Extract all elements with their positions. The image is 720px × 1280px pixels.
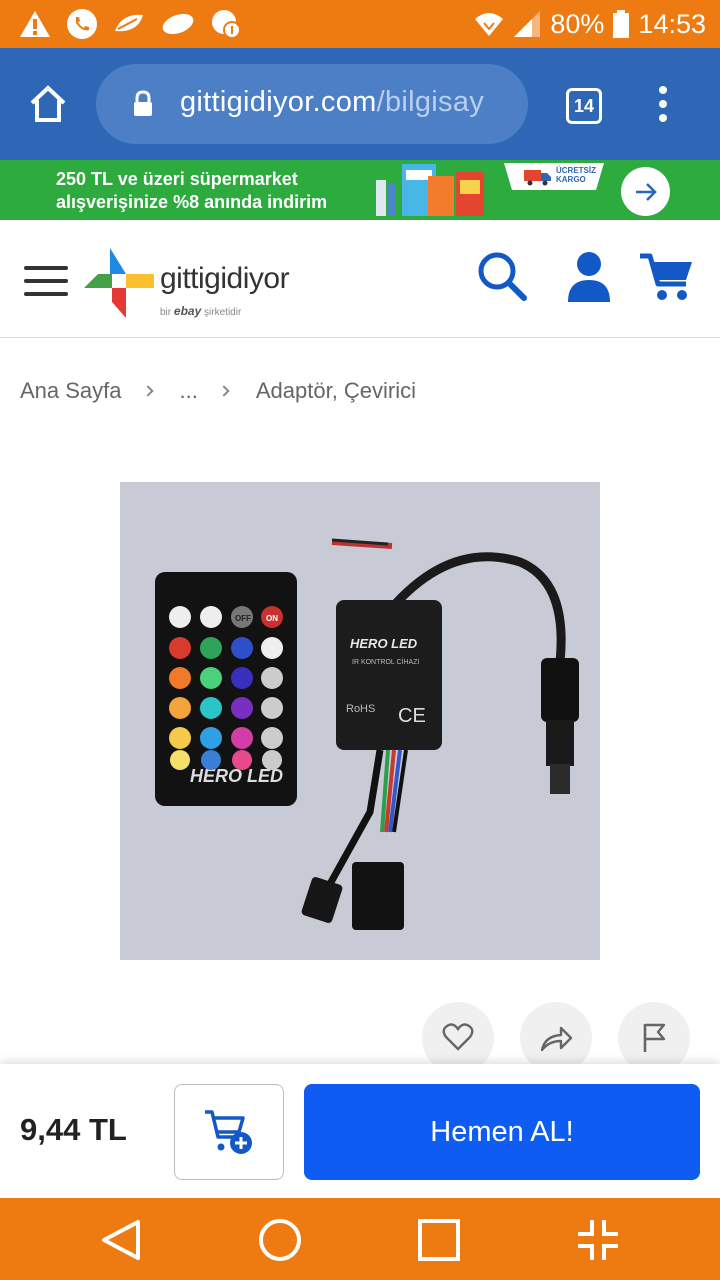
- phone-icon: [67, 9, 97, 39]
- share-icon: [540, 1026, 573, 1052]
- recents-icon[interactable]: [417, 1218, 461, 1262]
- promo-text: 250 TL ve üzeri süpermarket alışverişini…: [56, 168, 327, 214]
- remote-off-label: OFF: [235, 614, 251, 623]
- wifi-icon: [475, 13, 504, 36]
- product-image[interactable]: HERO LED OFF ON HERO LED IR KONTROL CİHA…: [120, 482, 600, 960]
- search-icon[interactable]: [476, 250, 528, 302]
- home-icon[interactable]: [28, 84, 68, 124]
- browser-toolbar: gittigidiyor.com/bilgisay 14: [0, 48, 720, 160]
- badge-line-1: ÜCRETSİZ: [556, 166, 596, 175]
- lock-icon: [134, 90, 152, 116]
- breadcrumb: Ana Sayfa ... Adaptör, Çevirici: [20, 376, 416, 406]
- battery-icon: [613, 10, 630, 38]
- logo-subtitle: bir ebay şirketidir: [160, 304, 241, 318]
- promo-products-image: [376, 164, 484, 216]
- leaf-icon: [162, 13, 194, 35]
- product-photo: HERO LED OFF ON HERO LED IR KONTROL CİHA…: [155, 538, 579, 930]
- cart-add-icon: [205, 1110, 252, 1154]
- device-brand: HERO LED: [350, 636, 418, 651]
- logo-sub-prefix: bir: [160, 307, 172, 318]
- breadcrumb-ellipsis[interactable]: ...: [180, 378, 198, 404]
- device-label: IR KONTROL CİHAZI: [352, 657, 419, 666]
- home-circle-icon[interactable]: [258, 1218, 302, 1262]
- badge-line-2: KARGO: [556, 175, 586, 184]
- ce-mark: CE: [398, 705, 426, 727]
- logo-sub-suffix: şirketidir: [204, 307, 242, 318]
- battery-percent: 80%: [550, 8, 605, 39]
- collapse-icon[interactable]: [576, 1218, 620, 1262]
- user-icon[interactable]: [566, 250, 612, 302]
- promo-line-1: 250 TL ve üzeri süpermarket: [56, 169, 298, 189]
- arrow-right-icon: [636, 183, 657, 201]
- logo-sub-brand: ebay: [173, 304, 202, 318]
- price: 9,44 TL: [20, 1112, 127, 1147]
- chevron-right-icon: [218, 385, 230, 397]
- buy-bar: 9,44 TL Hemen AL!: [0, 1064, 720, 1198]
- chevron-right-icon: [141, 385, 154, 397]
- system-nav-bar: [0, 1198, 720, 1280]
- rohs-mark: RoHS: [346, 703, 375, 715]
- promo-banner[interactable]: 250 TL ve üzeri süpermarket alışverişini…: [0, 160, 720, 220]
- leaf-icon: [115, 14, 143, 32]
- remote-on-label: ON: [266, 614, 278, 623]
- promo-go-button[interactable]: [621, 167, 670, 216]
- logo-pinwheel-icon[interactable]: [82, 244, 156, 320]
- breadcrumb-home[interactable]: Ana Sayfa: [20, 378, 122, 404]
- clock: 14:53: [638, 8, 706, 39]
- url-bar[interactable]: gittigidiyor.com/bilgisay: [96, 64, 528, 144]
- url-path: /bilgisay: [376, 86, 485, 118]
- logo-text[interactable]: gittigidiyor: [160, 262, 290, 296]
- url-host: gittigidiyor.com: [180, 86, 377, 118]
- warning-icon: [20, 11, 50, 37]
- signal-icon: [514, 11, 541, 37]
- menu-icon[interactable]: [24, 264, 68, 298]
- site-header: gittigidiyor bir ebay şirketidir: [0, 220, 720, 338]
- buy-now-button[interactable]: Hemen AL!: [304, 1084, 700, 1180]
- heart-icon: [442, 1023, 474, 1051]
- breadcrumb-current[interactable]: Adaptör, Çevirici: [256, 378, 416, 404]
- cart-icon[interactable]: [638, 250, 696, 304]
- more-vert-icon[interactable]: [656, 84, 670, 124]
- url-text: gittigidiyor.com/bilgisay: [180, 86, 484, 119]
- add-to-cart-button[interactable]: [174, 1084, 284, 1180]
- free-shipping-badge: ÜCRETSİZ KARGO: [504, 163, 604, 190]
- status-bar: 80% 14:53: [0, 0, 720, 48]
- truck-icon: [524, 170, 551, 186]
- game-icon: [212, 10, 241, 39]
- flag-icon: [643, 1023, 666, 1052]
- back-icon[interactable]: [100, 1218, 142, 1262]
- promo-line-2: alışverişinize %8 anında indirim: [56, 192, 328, 212]
- tab-switcher-button[interactable]: 14: [566, 88, 602, 124]
